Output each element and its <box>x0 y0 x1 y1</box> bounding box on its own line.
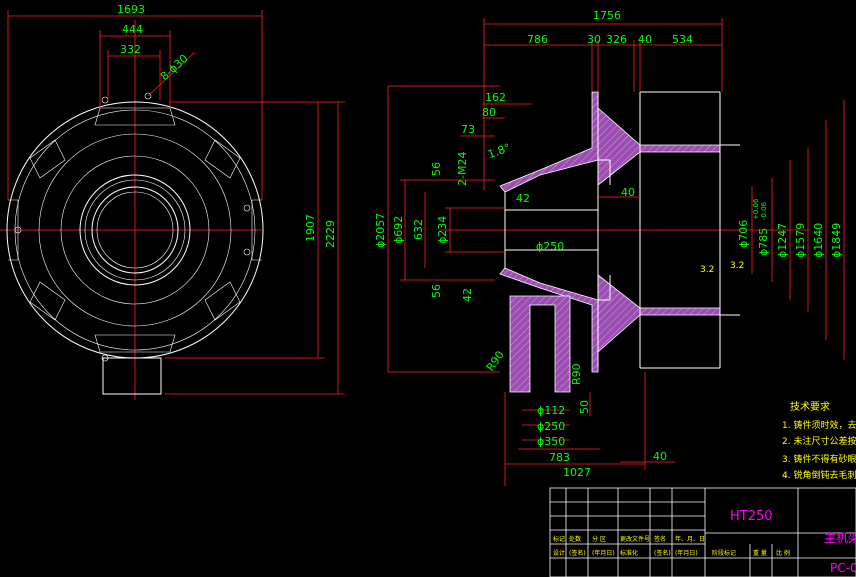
dim-1027: 1027 <box>563 466 591 479</box>
dim-phi250-bottom: ϕ250 <box>537 420 565 433</box>
dim-phi2057: ϕ2057 <box>374 213 387 248</box>
dim-632: 632 <box>412 219 425 240</box>
dim-phi1849: ϕ1849 <box>830 223 843 258</box>
rib-left-bottom <box>29 281 66 321</box>
dim-1693: 1693 <box>117 3 145 16</box>
dim-r90-left: R90 <box>484 349 507 374</box>
dim-326: 326 <box>606 33 627 46</box>
notes-title: 技术要求 <box>790 400 830 413</box>
dim-50: 50 <box>578 400 591 414</box>
dim-phi785-tol-up: +0.06 <box>752 198 760 220</box>
note-item-1: 1. 铸件须时效，去毛刺。 <box>782 419 856 431</box>
dim-73: 73 <box>461 123 475 136</box>
section-view: 1756 786 30 326 40 534 162 80 73 1.8° 2-… <box>374 9 845 486</box>
part-name: 主机架 <box>824 531 856 545</box>
title-block: HT250 主机架 PC-08 标记 处数 分 区 更改文件号 签名 年、月、日… <box>549 487 856 577</box>
dim-phi785-tol-down: -0.06 <box>760 201 768 220</box>
tb-label: 年、月、日 <box>675 535 705 543</box>
dim-phi112: ϕ112 <box>537 404 565 417</box>
note-item-2: 2. 未注尺寸公差按GB/T1804 <box>782 435 856 447</box>
rib-left-top <box>29 139 66 179</box>
tb-label: 更改文件号 <box>620 535 650 543</box>
dim-2-m24: 2-M24 <box>456 152 469 186</box>
dim-40: 40 <box>638 33 652 46</box>
dim-angle: 1.8° <box>486 141 512 161</box>
bolt-hole <box>243 204 251 212</box>
dim-444: 444 <box>122 23 143 36</box>
dim-phi1579: ϕ1579 <box>794 223 807 258</box>
roughness-1: 3.2 <box>700 265 714 275</box>
tb-label: (年月日) <box>675 549 698 557</box>
dim-r90-right: R90 <box>570 363 583 385</box>
bottom-foot <box>102 357 162 395</box>
tb-label: 阶段标记 <box>712 549 736 557</box>
drawing-code: PC-08 <box>830 561 856 575</box>
bolt-hole <box>101 96 109 104</box>
tb-label: 重 量 <box>753 549 767 557</box>
bolt-hole <box>243 248 251 256</box>
note-item-3: 3. 铸件不得有砂眼、夹渣等缺陷 <box>782 453 856 465</box>
dim-phi785: ϕ785 <box>757 228 770 256</box>
dim-42-top: 42 <box>516 192 530 205</box>
dim-2229: 2229 <box>324 220 337 248</box>
dim-56-top: 56 <box>430 162 443 176</box>
technical-notes: 技术要求 1. 铸件须时效，去毛刺。 2. 未注尺寸公差按GB/T1804 3.… <box>782 400 856 481</box>
roughness-2: 3.2 <box>730 261 744 271</box>
tb-label: 设计 <box>553 549 565 557</box>
left-view: 1693 444 332 8-ϕ30 1907 2229 <box>0 3 345 400</box>
tb-label: 签名 <box>654 535 666 543</box>
dim-phi706: ϕ706 <box>737 220 750 248</box>
foot-section-hatch <box>509 295 571 393</box>
dim-phi234: ϕ234 <box>436 216 449 244</box>
dim-phi1247: ϕ1247 <box>776 223 789 258</box>
dim-phi1640: ϕ1640 <box>812 223 825 258</box>
material-label: HT250 <box>730 509 773 524</box>
dim-8-phi30: 8-ϕ30 <box>158 52 191 83</box>
tb-label: 处数 <box>569 535 581 543</box>
dim-80: 80 <box>482 106 496 119</box>
tb-label: 标记 <box>553 535 565 543</box>
dim-56-bottom: 56 <box>430 284 443 298</box>
tb-label: (年月日) <box>592 549 615 557</box>
dim-40-inner: 40 <box>621 186 635 199</box>
cad-drawing-canvas: 1693 444 332 8-ϕ30 1907 2229 1756 786 30… <box>0 3 856 577</box>
dim-phi250: ϕ250 <box>536 240 564 253</box>
dim-783: 783 <box>549 451 570 464</box>
dim-332: 332 <box>120 43 141 56</box>
dim-1907: 1907 <box>304 214 317 242</box>
dim-162: 162 <box>485 91 506 104</box>
tb-label: (签名) <box>654 549 671 557</box>
tb-label: 分 区 <box>592 535 606 543</box>
dim-42-bottom: 42 <box>461 288 474 302</box>
tb-label: 标准化 <box>620 549 638 557</box>
note-item-4: 4. 锐角倒钝去毛刺 <box>782 469 856 481</box>
dim-phi350: ϕ350 <box>537 435 565 448</box>
rib-right-bottom <box>204 281 241 321</box>
dim-534: 534 <box>672 33 693 46</box>
rib-right-top <box>204 139 241 179</box>
tb-label: (签名) <box>569 549 586 557</box>
dim-phi692: ϕ692 <box>392 216 405 244</box>
dim-40-bottom: 40 <box>653 450 667 463</box>
dim-30: 30 <box>587 33 601 46</box>
tb-label: 比 例 <box>776 549 790 557</box>
dim-786: 786 <box>527 33 548 46</box>
dim-1756: 1756 <box>593 9 621 22</box>
